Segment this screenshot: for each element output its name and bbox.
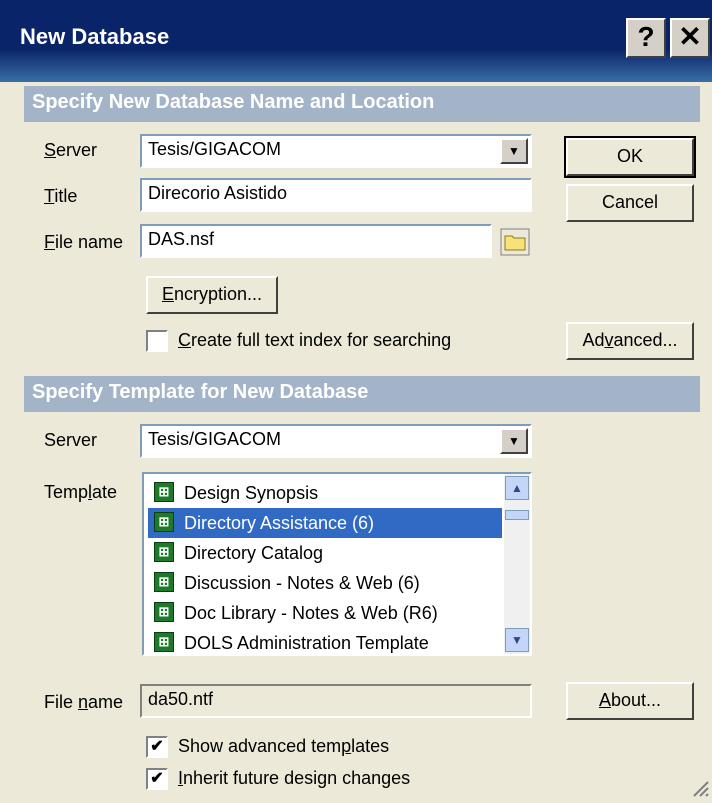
scroll-thumb[interactable] [505,510,529,520]
list-item[interactable]: ⊞ Design Synopsis [148,478,502,508]
server-label: Server [44,140,98,160]
template-server-label: Server [44,430,98,450]
template-server-value: Tesis/GIGACOM [148,429,282,449]
chevron-down-icon[interactable]: ▼ [500,138,528,164]
template-list[interactable]: ⊞ Design Synopsis ⊞ Directory Assistance… [142,472,532,656]
list-item[interactable]: ⊞ Directory Assistance (6) [148,508,502,538]
scroll-down-icon[interactable]: ▼ [505,628,529,652]
section-header-text: Specify Template for New Database [32,381,369,403]
dialog-title: New Database [20,24,170,49]
show-advanced-templates-checkbox[interactable]: ✔ [146,736,168,758]
notes-template-icon: ⊞ [154,632,174,652]
file-name-input[interactable]: DAS.nsf [140,224,492,258]
help-button[interactable]: ? [626,18,666,58]
section-header-template: Specify Template for New Database [24,376,700,412]
notes-template-icon: ⊞ [154,572,174,592]
list-item[interactable]: ⊞ Discussion - Notes & Web (6) [148,568,502,598]
section-header-text: Specify New Database Name and Location [32,91,435,113]
chevron-down-icon[interactable]: ▼ [500,428,528,454]
notes-template-icon: ⊞ [154,542,174,562]
inherit-design-label: Inherit future design changes [178,768,411,788]
show-advanced-templates-label: Show advanced templates [178,736,390,756]
title-bar: New Database ? ✕ [0,0,712,82]
full-text-index-checkbox[interactable] [146,330,168,352]
template-file-name-field: da50.ntf [140,684,532,718]
ok-button[interactable]: OK [564,136,696,178]
cancel-button[interactable]: Cancel [566,184,694,222]
resize-grip-icon[interactable] [690,778,710,798]
about-button[interactable]: About... [566,682,694,720]
section-header-new-database: Specify New Database Name and Location [24,86,700,122]
encryption-button[interactable]: Encryption... [146,276,278,314]
full-text-index-label: Create full text index for searching [178,330,452,350]
server-value: Tesis/GIGACOM [148,139,282,159]
notes-template-icon: ⊞ [154,482,174,502]
folder-icon[interactable] [500,228,530,256]
scroll-up-icon[interactable]: ▲ [505,476,529,500]
file-name-label: File name [44,232,124,252]
notes-template-icon: ⊞ [154,602,174,622]
template-server-dropdown[interactable]: Tesis/GIGACOM ▼ [140,424,532,458]
list-item[interactable]: ⊞ Doc Library - Notes & Web (R6) [148,598,502,628]
list-item[interactable]: ⊞ DOLS Administration Template [148,628,502,654]
title-input[interactable]: Direcorio Asistido [140,178,532,212]
notes-template-icon: ⊞ [154,512,174,532]
template-file-name-label: File name [44,692,124,712]
list-item[interactable]: ⊞ Directory Catalog [148,538,502,568]
advanced-button[interactable]: Advanced... [566,322,694,360]
server-dropdown[interactable]: Tesis/GIGACOM ▼ [140,134,532,168]
close-button[interactable]: ✕ [670,18,710,58]
template-label: Template [44,482,118,502]
template-list-scrollbar[interactable]: ▲ ▼ [504,474,530,654]
inherit-design-checkbox[interactable]: ✔ [146,768,168,790]
title-label: Title [44,186,78,206]
